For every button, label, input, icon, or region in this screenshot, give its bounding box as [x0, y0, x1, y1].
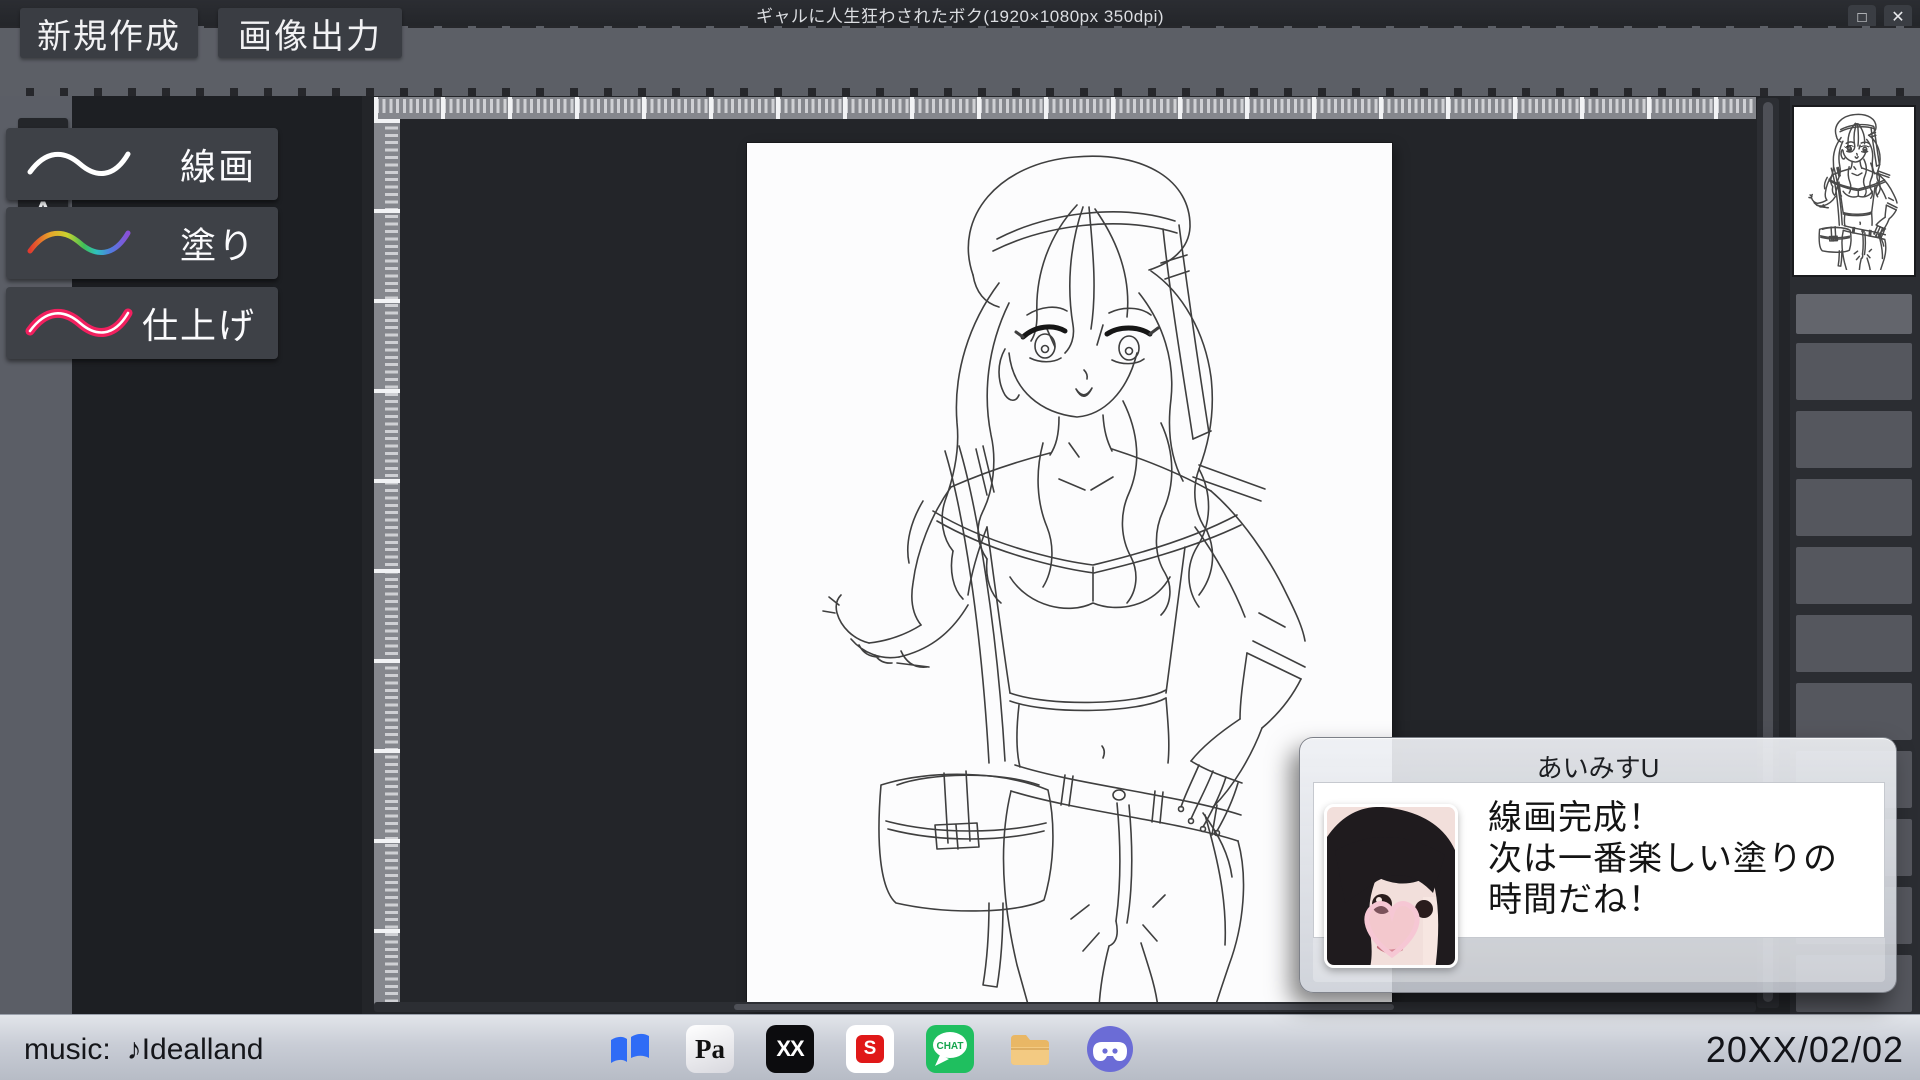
speaker-avatar [1324, 804, 1458, 968]
navigator-thumbnail[interactable] [1792, 105, 1916, 277]
vertical-ruler-major-ticks [374, 119, 400, 1008]
s-app-glyph: S [856, 1035, 884, 1063]
dialog-speaker-name: あいみすU [1300, 748, 1896, 785]
new-file-button[interactable]: 新規作成 [20, 8, 198, 58]
brush-finishing-label: 仕上げ [142, 297, 256, 349]
brush-coloring-label: 塗り [180, 217, 256, 269]
music-track: ♪Idealland [127, 1033, 264, 1066]
layer-slot-selected[interactable] [1796, 294, 1912, 334]
dialog-message: 線画完成！ 次は一番楽しい塗りの 時間だね！ [1488, 798, 1888, 921]
taskbar-item-s-app[interactable]: S [846, 1025, 894, 1073]
folder-icon [1006, 1025, 1054, 1073]
navigator-preview-drawing [1795, 112, 1913, 270]
taskbar-item-os-start[interactable] [606, 1025, 654, 1073]
horizontal-ruler-major-ticks [374, 97, 1756, 119]
layer-slot[interactable] [1796, 547, 1912, 604]
taskbar-item-files[interactable] [1006, 1025, 1054, 1073]
horizontal-ruler [374, 97, 1756, 119]
lineart-girl-drawing [747, 143, 1392, 1008]
game-controller-icon [1086, 1025, 1134, 1073]
window-title: ギャルに人生狂わされたボク(1920×1080px 350dpi) [756, 2, 1164, 27]
layer-slot[interactable] [1796, 343, 1912, 400]
brush-lineart-button[interactable]: 線画 [6, 128, 278, 200]
pink-stroke-icon [24, 301, 134, 345]
close-icon: ✕ [1891, 7, 1904, 27]
brush-coloring-button[interactable]: 塗り [6, 207, 278, 279]
dialog-message-line: 時間だね！ [1488, 880, 1888, 921]
taskbar-date: 20XX/02/02 [1706, 1029, 1904, 1071]
dialog-message-line: 線画完成！ [1488, 798, 1888, 839]
vertical-ruler [374, 119, 400, 1008]
taskbar-item-paint-app[interactable]: Pa [686, 1025, 734, 1073]
white-stroke-icon [24, 142, 134, 186]
windows-flag-icon [606, 1025, 654, 1073]
character-dialog: あいみすU 線画完成！ 次は一番楽しい塗りの 時間だね！ [1299, 737, 1897, 993]
taskbar-item-xx-app[interactable]: XX [766, 1025, 814, 1073]
drawing-canvas[interactable] [747, 143, 1392, 1008]
taskbar: music: ♪Idealland Pa XX S CHAT [0, 1014, 1920, 1080]
layer-slot[interactable] [1796, 683, 1912, 740]
dialog-message-line: 次は一番楽しい塗りの [1488, 839, 1888, 880]
xx-app-icon: XX [766, 1025, 814, 1073]
brush-finishing-button[interactable]: 仕上げ [6, 287, 278, 359]
music-status: music: ♪Idealland [24, 1033, 263, 1067]
horizontal-scrollbar-thumb[interactable] [734, 1004, 1394, 1010]
chat-app-icon: CHAT [926, 1025, 974, 1073]
music-label: music: [24, 1033, 111, 1066]
app-window: ギャルに人生狂わされたボク(1920×1080px 350dpi) □ ✕ 新規… [0, 0, 1920, 1080]
maximize-icon: □ [1857, 9, 1866, 26]
taskbar-item-voice-chat[interactable] [1086, 1025, 1134, 1073]
layer-slot[interactable] [1796, 411, 1912, 468]
paint-app-icon: Pa [686, 1025, 734, 1073]
layer-slot[interactable] [1796, 615, 1912, 672]
svg-text:CHAT: CHAT [936, 1041, 963, 1052]
avatar-portrait [1327, 807, 1458, 968]
brush-lineart-label: 線画 [180, 138, 256, 190]
horizontal-scrollbar[interactable] [374, 1002, 1756, 1012]
rainbow-stroke-icon [24, 221, 134, 265]
export-image-button[interactable]: 画像出力 [218, 8, 402, 58]
taskbar-item-chat-app[interactable]: CHAT [926, 1025, 974, 1073]
s-app-icon: S [846, 1025, 894, 1073]
layer-slot[interactable] [1796, 479, 1912, 536]
